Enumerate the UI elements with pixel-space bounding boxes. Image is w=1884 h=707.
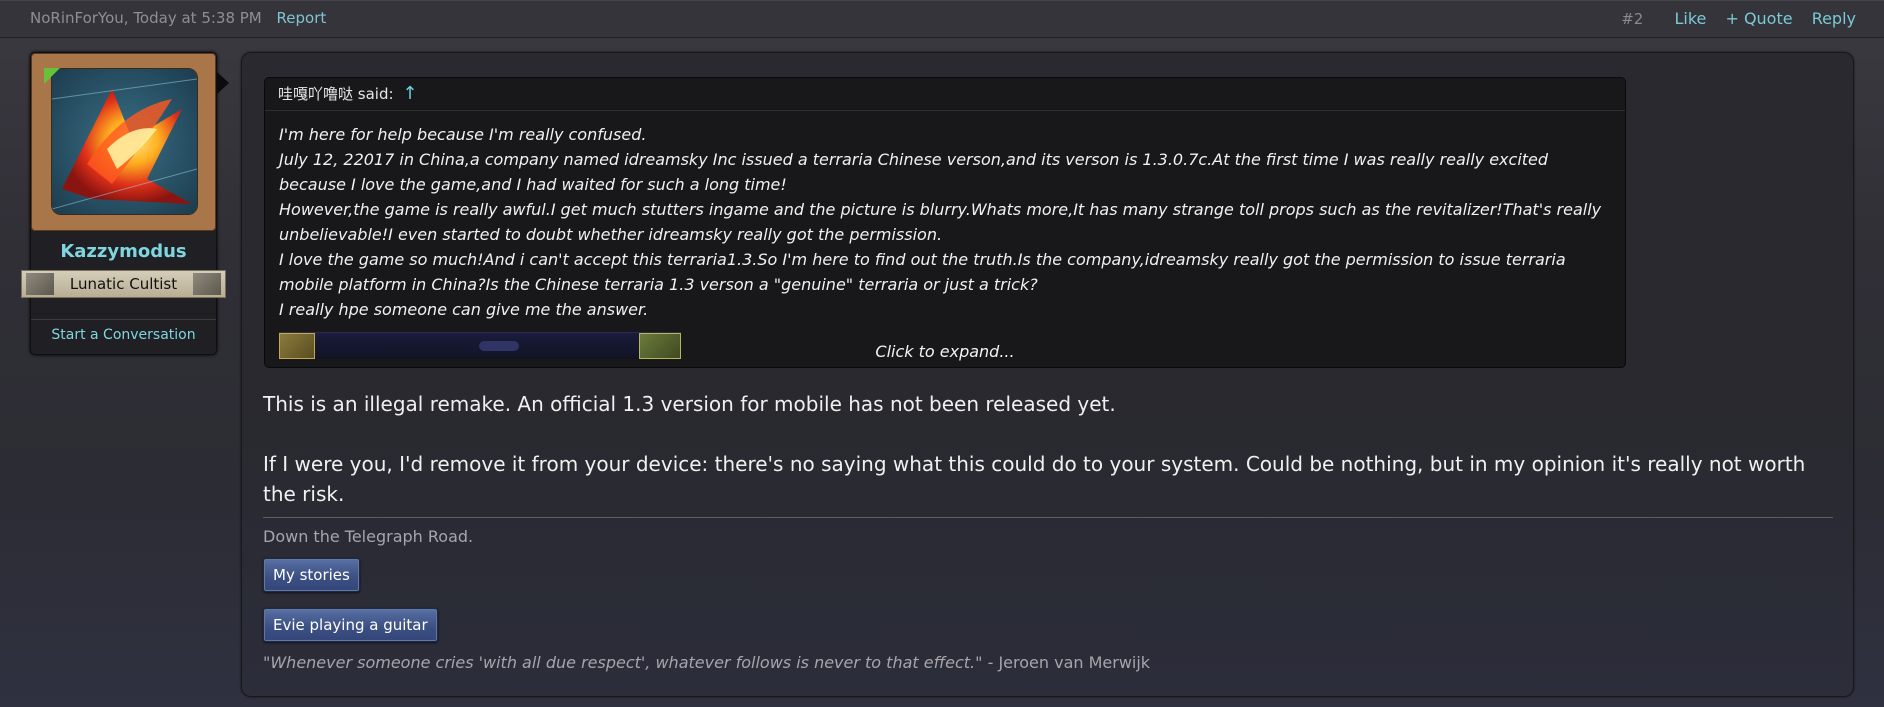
click-to-expand-link[interactable]: Click to expand...	[265, 342, 1625, 361]
quote-link[interactable]: + Quote	[1725, 9, 1792, 28]
like-link[interactable]: Like	[1674, 9, 1706, 28]
quote-author: 哇嘎吖噜哒	[278, 85, 354, 103]
message-paragraph: If I were you, I'd remove it from your d…	[263, 452, 1806, 506]
post-author-time: NoRinForYou, Today at 5:38 PM Report	[30, 9, 326, 27]
rank-emblem-icon	[193, 273, 221, 295]
signature-quote: "Whenever someone cries 'with all due re…	[263, 653, 1150, 672]
evie-guitar-button[interactable]: Evie playing a guitar	[263, 608, 438, 642]
username-link[interactable]: Kazzymodus	[31, 241, 216, 262]
rank-emblem-icon	[26, 273, 54, 295]
quote-body: I'm here for help because I'm really con…	[279, 122, 1614, 322]
message-box: 哇嘎吖噜哒 said: ↑ I'm here for help because …	[241, 52, 1854, 697]
flame-bird-avatar-icon	[52, 69, 197, 214]
user-rank-title: Lunatic Cultist	[69, 275, 178, 293]
start-conversation-link[interactable]: Start a Conversation	[31, 327, 216, 343]
speech-arrow-icon	[217, 72, 229, 94]
quote-said-label: said:	[357, 85, 394, 103]
post-number-link[interactable]: #2	[1621, 10, 1643, 28]
user-card: Kazzymodus Lunatic Cultist Start a Conve…	[21, 52, 226, 355]
user-rank-banner: Lunatic Cultist	[21, 270, 226, 298]
message-paragraph: This is an illegal remake. An official 1…	[263, 392, 1116, 416]
author-time-text: NoRinForYou, Today at 5:38 PM	[30, 9, 262, 27]
my-stories-button[interactable]: My stories	[263, 558, 360, 592]
reply-link[interactable]: Reply	[1812, 9, 1856, 28]
quote-line: July 12, 22017 in China,a company named …	[279, 150, 1549, 194]
quote-line: I really hpe someone can give me the ans…	[279, 300, 649, 319]
post-meta-bar: NoRinForYou, Today at 5:38 PM Report #2 …	[0, 0, 1884, 38]
jump-to-quote-icon[interactable]: ↑	[402, 83, 417, 104]
quote-line: I'm here for help because I'm really con…	[279, 125, 647, 144]
quote-header: 哇嘎吖噜哒 said: ↑	[265, 78, 1625, 111]
signature-quote-attribution: - Jeroen van Merwijk	[982, 653, 1151, 672]
signature-quote-text: "Whenever someone cries 'with all due re…	[263, 653, 983, 672]
report-link[interactable]: Report	[277, 9, 327, 27]
avatar-frame	[31, 53, 216, 231]
quote-block: 哇嘎吖噜哒 said: ↑ I'm here for help because …	[264, 77, 1626, 368]
post-actions: #2 Like + Quote Reply	[1621, 9, 1856, 28]
online-indicator-icon	[44, 68, 60, 84]
divider	[31, 319, 216, 320]
signature-text: Down the Telegraph Road.	[263, 527, 474, 546]
signature-divider	[263, 517, 1833, 518]
quote-line: However,the game is really awful.I get m…	[279, 200, 1602, 244]
avatar[interactable]	[51, 68, 198, 215]
quote-line: I love the game so much!And i can't acce…	[279, 250, 1566, 294]
